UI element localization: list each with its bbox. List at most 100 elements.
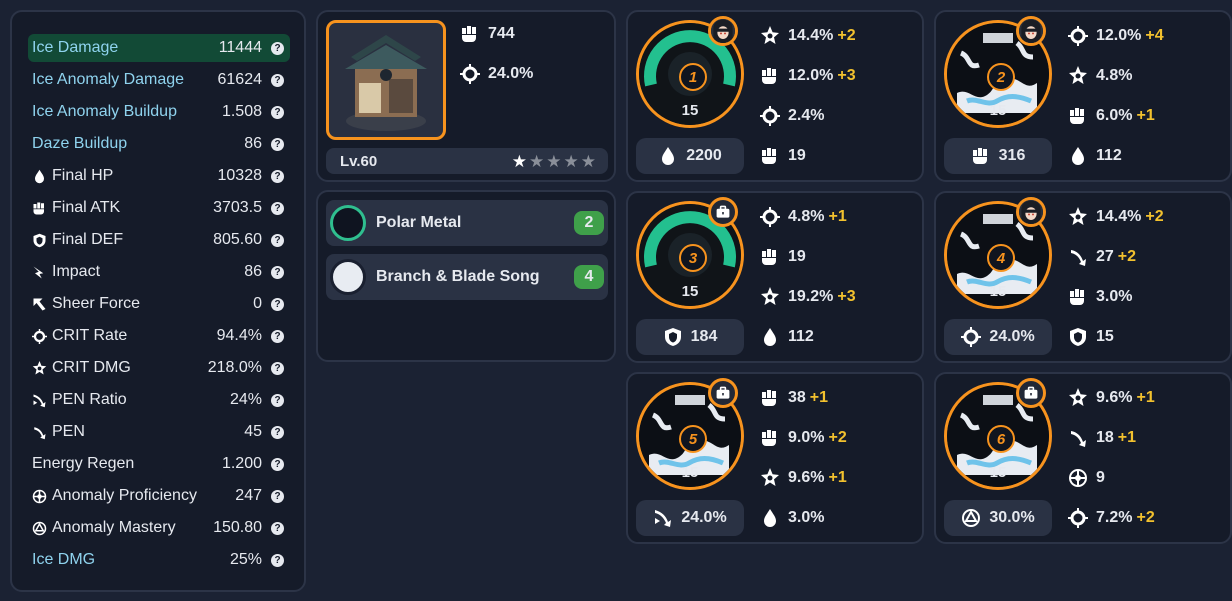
drive-disc-6[interactable]: 6 15 30.0% 9.6% +1 18 +1 9 7.2% +2: [934, 372, 1232, 544]
help-icon[interactable]: ?: [271, 233, 284, 247]
help-icon[interactable]: ?: [271, 329, 284, 343]
set-row-polar-metal[interactable]: Polar Metal 2: [326, 200, 608, 246]
disc-sub-stat: 9.6% +1: [1068, 388, 1155, 408]
set-count-badge: 4: [574, 265, 604, 289]
atk-icon: [32, 201, 47, 216]
atk-icon: [760, 388, 780, 408]
stat-row: PEN 45?: [28, 418, 290, 446]
sub-stat-upgrade: +1: [1117, 429, 1137, 446]
stat-value: 3703.5: [213, 199, 262, 216]
set-name: Polar Metal: [376, 214, 462, 231]
set-row-branch-blade-song[interactable]: Branch & Blade Song 4: [326, 254, 608, 300]
help-icon[interactable]: ?: [271, 489, 284, 503]
stat-row: Final HP 10328?: [28, 162, 290, 190]
stat-label-text: PEN Ratio: [52, 391, 127, 408]
disc-slot-number: 4: [987, 244, 1015, 272]
weapon-image[interactable]: [326, 20, 446, 140]
help-icon[interactable]: ?: [271, 393, 284, 407]
stat-row: Impact 86?: [28, 258, 290, 286]
help-icon[interactable]: ?: [271, 521, 284, 535]
set-name: Branch & Blade Song: [376, 268, 540, 285]
stat-value: 218.0%: [207, 359, 262, 376]
disc-sub-stat: 4.8% +1: [760, 207, 847, 227]
suitcase-icon[interactable]: [708, 378, 738, 408]
sheer-force-icon: [32, 297, 47, 312]
weapon-sub-stat: 24.0%: [460, 64, 533, 84]
disc-level: 15: [681, 283, 699, 300]
pen-icon: [1068, 428, 1088, 448]
sub-stat-value: 4.8%: [788, 208, 825, 225]
sub-stat-value: 19.2%: [788, 288, 834, 305]
def-icon: [1068, 327, 1088, 347]
main-stat-value: 316: [998, 147, 1026, 164]
sub-stat-upgrade: +2: [1136, 509, 1155, 526]
crit-rate-icon: [760, 106, 780, 126]
drive-disc-5[interactable]: 5 15 24.0% 38 +1 9.0% +2 9.6% +1 3.0%: [626, 372, 924, 544]
crit-rate-icon: [1068, 26, 1088, 46]
suitcase-icon[interactable]: [1016, 378, 1046, 408]
help-icon[interactable]: ?: [271, 201, 284, 215]
agent-portrait-icon[interactable]: [708, 16, 738, 46]
stat-label-text: Impact: [52, 263, 101, 280]
set-count-badge: 2: [574, 211, 604, 235]
pen-icon: [32, 425, 47, 440]
suitcase-icon[interactable]: [708, 197, 738, 227]
stat-value: 24%: [229, 391, 262, 408]
sub-stat-upgrade: +4: [1145, 27, 1164, 44]
def-icon: [32, 233, 47, 248]
stat-row: PEN Ratio 24%?: [28, 386, 290, 414]
drive-disc-1[interactable]: 1 15 2200 14.4% +2 12.0% +3 2.4% 19: [626, 10, 924, 182]
main-stat-value: 24.0%: [989, 328, 1035, 345]
stat-value: 61624: [217, 71, 263, 88]
drive-disc-4[interactable]: 4 15 24.0% 14.4% +2 27 +2 3.0% 15: [934, 191, 1232, 363]
disc-sub-stat: 112: [760, 327, 814, 347]
sub-stat-value: 3.0%: [788, 509, 825, 526]
crit-dmg-icon: [1068, 66, 1088, 86]
disc-sub-stat: 3.0%: [760, 508, 824, 528]
disc-sub-stat: 6.0% +1: [1068, 106, 1155, 126]
help-icon[interactable]: ?: [271, 169, 284, 183]
disc-level: 15: [989, 464, 1007, 481]
stat-value: 1.508: [221, 103, 262, 120]
help-icon[interactable]: ?: [271, 105, 284, 119]
sub-stat-value: 4.8%: [1096, 67, 1133, 84]
sub-stat-upgrade: +3: [837, 288, 856, 305]
sub-stat-upgrade: +2: [828, 429, 847, 446]
hp-icon: [760, 508, 780, 528]
disc-slot-number: 5: [679, 425, 707, 453]
stat-value: 86: [244, 263, 262, 280]
disc-sub-stat: 27 +2: [1068, 247, 1136, 267]
stat-label-text: PEN: [52, 423, 85, 440]
hp-icon: [658, 146, 678, 166]
sub-stat-value: 9.6%: [788, 469, 825, 486]
anomaly-proficiency-icon: [32, 489, 47, 504]
crit-dmg-icon: [760, 287, 780, 307]
stat-label-text: Anomaly Mastery: [52, 519, 176, 536]
agent-portrait-icon[interactable]: [1016, 197, 1046, 227]
stat-row: Sheer Force 0?: [28, 290, 290, 318]
disc-main-stat: 2200: [636, 138, 744, 174]
help-icon[interactable]: ?: [271, 425, 284, 439]
drive-disc-2[interactable]: 2 15 316 12.0% +4 4.8% 6.0% +1 112: [934, 10, 1232, 182]
help-icon[interactable]: ?: [271, 361, 284, 375]
stat-label: PEN Ratio: [28, 391, 127, 409]
disc-slot-number: 6: [987, 425, 1015, 453]
sub-stat-upgrade: +1: [1136, 107, 1155, 124]
weapon-panel: 744 24.0% Lv.60 ★ ★ ★ ★ ★: [316, 10, 616, 182]
weapon-base-atk: 744: [460, 24, 515, 44]
agent-portrait-icon[interactable]: [1016, 16, 1046, 46]
help-icon[interactable]: ?: [271, 73, 284, 87]
crit-rate-icon: [32, 328, 47, 344]
help-icon[interactable]: ?: [271, 137, 284, 151]
help-icon[interactable]: ?: [271, 265, 284, 279]
branch-blade-song-set-icon: [330, 259, 366, 295]
help-icon[interactable]: ?: [271, 553, 284, 567]
drive-disc-3[interactable]: 3 15 184 4.8% +1 19 19.2% +3 112: [626, 191, 924, 363]
disc-sub-stat: 18 +1: [1068, 428, 1136, 448]
help-icon[interactable]: ?: [271, 297, 284, 311]
disc-sub-stat: 9.6% +1: [760, 468, 847, 488]
help-icon[interactable]: ?: [271, 41, 284, 55]
help-icon[interactable]: ?: [271, 457, 284, 471]
disc-sub-stat: 14.4% +2: [1068, 207, 1164, 227]
stat-value: 247: [235, 487, 262, 504]
